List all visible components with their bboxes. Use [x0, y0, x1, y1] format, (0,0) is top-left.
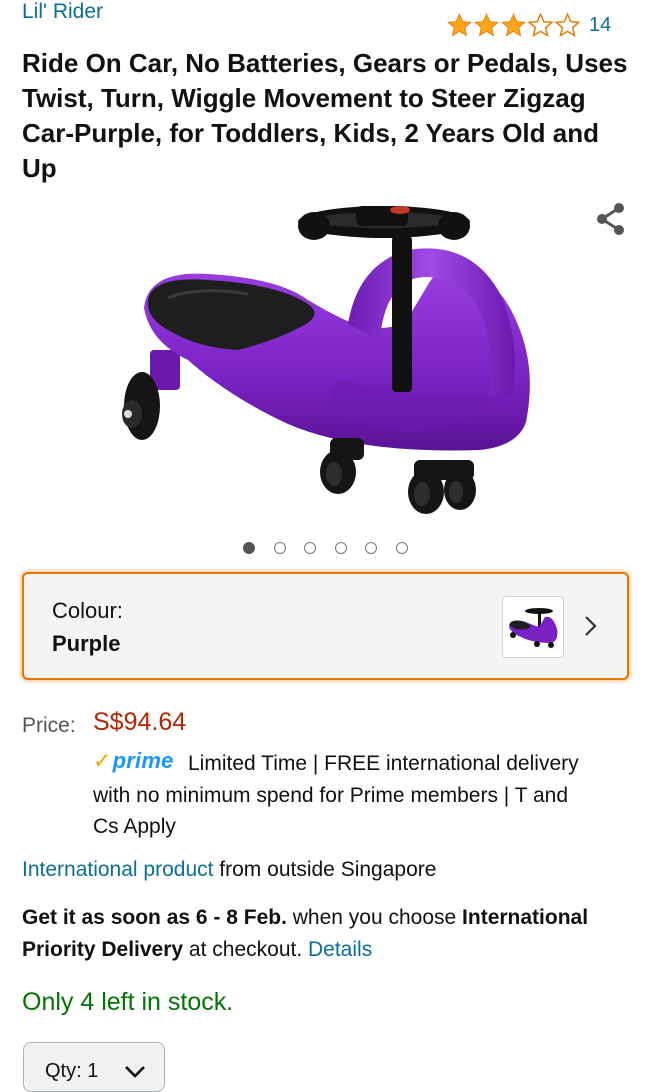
brand-link[interactable]: Lil' Rider: [22, 0, 103, 24]
prime-offer-text: Limited Time | FREE international delive…: [93, 752, 579, 838]
star-empty-icon: [527, 12, 554, 38]
image-carousel-dots[interactable]: [243, 542, 426, 554]
international-note: International product from outside Singa…: [22, 858, 436, 882]
quantity-dropdown[interactable]: Qty: 1: [23, 1042, 165, 1092]
colour-label: Colour:: [52, 598, 123, 623]
delivery-estimate: Get it as soon as 6 - 8 Feb. when you ch…: [22, 902, 632, 965]
quantity-label: Qty:: [45, 1060, 82, 1082]
price-value: S$94.64: [93, 708, 187, 736]
chevron-down-icon: [125, 1066, 145, 1078]
colour-selector[interactable]: Colour: Purple: [22, 572, 629, 680]
delivery-suffix: at checkout.: [183, 937, 308, 961]
delivery-date: Get it as soon as 6 - 8 Feb.: [22, 906, 287, 929]
delivery-details-link[interactable]: Details: [308, 938, 372, 961]
chevron-right-icon[interactable]: [584, 614, 598, 638]
colour-value: Purple: [52, 631, 121, 656]
carousel-dot[interactable]: [395, 542, 408, 554]
carousel-dot[interactable]: [334, 542, 347, 554]
carousel-dot[interactable]: [304, 542, 316, 554]
star-empty-icon: [554, 12, 581, 38]
share-icon[interactable]: [592, 200, 630, 238]
rating-count[interactable]: 14: [589, 14, 611, 37]
quantity-value: 1: [87, 1060, 99, 1082]
star-filled-icon: [501, 13, 526, 37]
colour-thumbnail[interactable]: [502, 596, 564, 658]
product-title: Ride On Car, No Batteries, Gears or Peda…: [22, 48, 628, 183]
carousel-dot[interactable]: [365, 542, 377, 554]
stock-status: Only 4 left in stock.: [22, 988, 234, 1016]
international-suffix: from outside Singapore: [213, 858, 437, 881]
delivery-middle: when you choose: [286, 906, 463, 929]
product-image[interactable]: [108, 200, 540, 518]
carousel-dot[interactable]: [243, 542, 255, 554]
international-product-link[interactable]: International product: [22, 858, 213, 881]
star-filled-icon: [474, 13, 499, 37]
carousel-dot[interactable]: [273, 542, 286, 554]
price-label: Price:: [22, 714, 76, 737]
colour-thumbnail-image: [509, 608, 558, 648]
rating[interactable]: 14: [446, 12, 611, 39]
star-filled-icon: [447, 13, 472, 37]
